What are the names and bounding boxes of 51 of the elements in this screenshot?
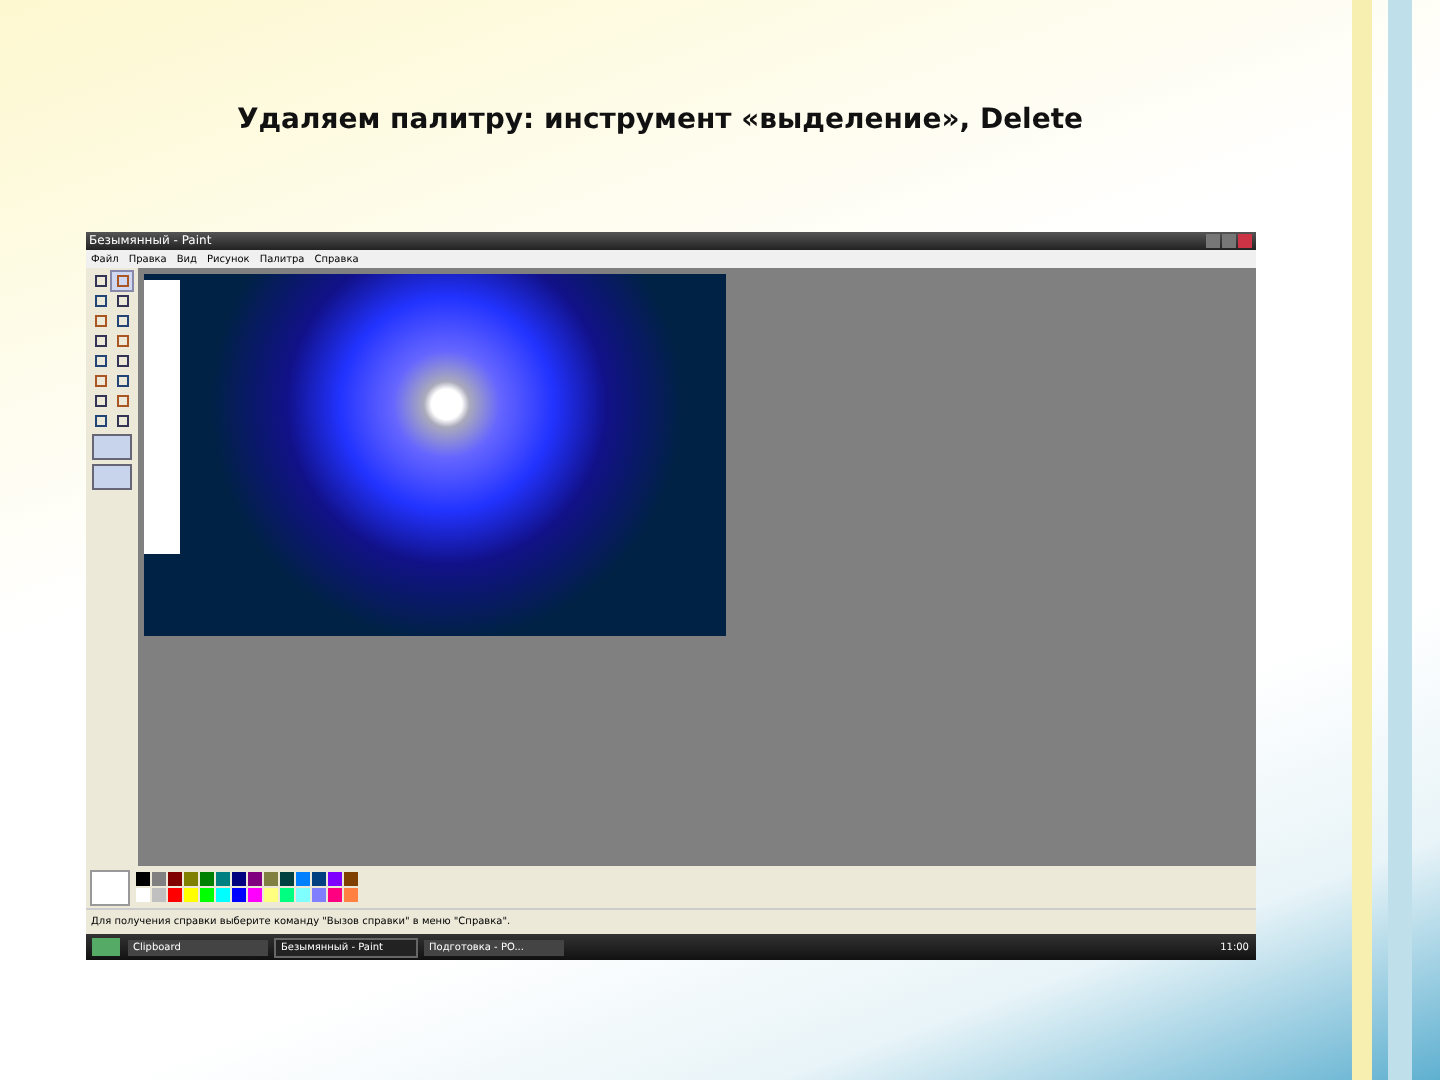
tool-button[interactable] <box>90 352 110 370</box>
color-swatch[interactable] <box>327 888 341 902</box>
tool-button[interactable] <box>90 312 110 330</box>
color-swatch[interactable] <box>183 872 197 886</box>
tool-button[interactable] <box>112 312 132 330</box>
color-swatch[interactable] <box>279 888 293 902</box>
color-swatch[interactable] <box>327 872 341 886</box>
tool-button[interactable] <box>112 332 132 350</box>
color-swatch[interactable] <box>151 872 165 886</box>
color-swatch[interactable] <box>151 888 165 902</box>
current-colors <box>89 869 129 905</box>
tool-button[interactable] <box>112 372 132 390</box>
color-swatch[interactable] <box>247 888 261 902</box>
color-swatch[interactable] <box>263 888 277 902</box>
tool-button[interactable] <box>112 352 132 370</box>
color-swatch[interactable] <box>231 888 245 902</box>
color-swatch[interactable] <box>231 872 245 886</box>
tool-button[interactable] <box>112 392 132 410</box>
color-swatch[interactable] <box>167 872 181 886</box>
color-swatch[interactable] <box>343 872 357 886</box>
color-swatch[interactable] <box>295 872 309 886</box>
tool-options-icon[interactable] <box>91 434 131 460</box>
color-swatch[interactable] <box>183 888 197 902</box>
tool-button[interactable] <box>112 412 132 430</box>
close-button[interactable] <box>1237 234 1251 248</box>
minimize-button[interactable] <box>1205 234 1219 248</box>
color-swatch[interactable] <box>295 888 309 902</box>
tool-button[interactable] <box>90 332 110 350</box>
color-swatch[interactable] <box>135 872 149 886</box>
tool-button[interactable] <box>90 392 110 410</box>
tool-button[interactable] <box>90 292 110 310</box>
maximize-button[interactable] <box>1221 234 1235 248</box>
tool-button[interactable] <box>112 292 132 310</box>
tool-button[interactable] <box>90 412 110 430</box>
color-swatch[interactable] <box>343 888 357 902</box>
tool-button[interactable] <box>90 272 110 290</box>
tool-options-icon[interactable] <box>91 464 131 490</box>
tool-button[interactable] <box>90 372 110 390</box>
color-swatch[interactable] <box>279 872 293 886</box>
color-swatch[interactable] <box>199 888 213 902</box>
color-swatch[interactable] <box>215 872 229 886</box>
start-button[interactable] <box>91 938 119 956</box>
color-swatch[interactable] <box>199 872 213 886</box>
color-swatch[interactable] <box>247 872 261 886</box>
color-swatch[interactable] <box>311 888 325 902</box>
color-swatch[interactable] <box>135 888 149 902</box>
color-swatch[interactable] <box>215 888 229 902</box>
color-swatch[interactable] <box>311 872 325 886</box>
color-swatch[interactable] <box>263 872 277 886</box>
slide-title: Удаляем палитру: инструмент «выделение», Delete <box>236 104 1084 136</box>
color-swatch[interactable] <box>167 888 181 902</box>
